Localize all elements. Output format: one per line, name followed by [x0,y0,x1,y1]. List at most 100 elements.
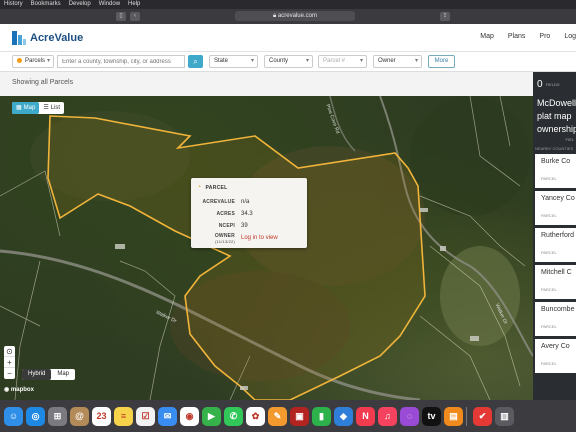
map-view-button[interactable]: ▦ Map [12,102,40,114]
chevron-down-icon: ▾ [414,58,418,64]
parcel-icon: ◔ [197,184,202,191]
popup-key: NCEPI [218,223,235,229]
calendar-icon[interactable]: 23 [92,406,111,426]
popup-value: 34.3 [241,211,253,217]
map-canvas[interactable]: Pine Cove Rd Walker Dr Walker Dr ▦ Map ☰ L… [0,96,533,400]
owner-select[interactable]: Owner ▾ [373,55,422,68]
login-to-view-link[interactable]: Log in to view [241,235,278,241]
appletv-icon[interactable]: tv [422,406,441,426]
right-panel: 0 FIELDS McDowell plat map ownership FIE… [533,72,576,400]
fields-label: FIELDS [545,81,560,87]
mapbox-attribution[interactable]: ◉ mapbox [4,386,34,393]
chevron-down-icon: ▾ [250,58,254,64]
url-bar[interactable]: 🔒︎ acrevalue.com [235,11,355,21]
popup-value: 39 [241,223,248,229]
basemap-map-button[interactable]: Map [51,369,75,380]
county-sub: PARCEL [541,250,557,255]
parcel-select[interactable]: Parcel # ▾ [318,55,367,68]
basemap-toggle: Hybrid Map [22,369,76,380]
owner-date: (11/13/22) [215,239,235,244]
numbers-icon[interactable]: ▮ [312,406,331,426]
view-toggle: ▦ Map ☰ List [12,102,65,114]
owner-label: Owner [378,58,396,64]
launchpad-icon[interactable]: ⊞ [48,406,67,426]
county-name: Mitchell C [541,269,572,276]
menu-bookmarks[interactable]: Bookmarks [31,0,61,9]
logo[interactable]: AcreValue [12,31,83,45]
county-name: Buncombe [541,306,575,313]
state-select[interactable]: State ▾ [209,55,258,68]
news-icon[interactable]: N [356,406,375,426]
nearby-counties-label: NEARBY COUNTIES [535,146,574,151]
field-hint: FIEL [565,137,574,142]
county-card-burke[interactable]: Burke Co PARCEL [535,154,576,188]
menu-window[interactable]: Window [99,0,120,9]
more-button[interactable]: More [428,55,455,68]
locate-icon[interactable]: ⊙ [4,346,15,357]
finder-icon[interactable]: ☺ [4,406,23,426]
photobooth-icon[interactable]: ▣ [290,406,309,426]
menu-help[interactable]: Help [128,0,140,9]
reminders-icon[interactable]: ☑ [136,406,155,426]
mapbox-text: mapbox [10,387,34,393]
county-card-buncombe[interactable]: Buncombe PARCEL [535,302,576,336]
tasks-icon[interactable]: ✔ [473,406,492,426]
county-card-rutherford[interactable]: Rutherford PARCEL [535,228,576,262]
search-input[interactable] [57,55,185,68]
chrome-icon[interactable]: ◉ [180,406,199,426]
music-icon[interactable]: ♫ [378,406,397,426]
safari-icon[interactable]: ◎ [26,406,45,426]
list-view-button[interactable]: ☰ List [39,102,64,114]
list-icon: ☰ [43,105,49,111]
layer-select[interactable]: Parcels ▾ [12,55,54,68]
divider [466,406,470,426]
trash-icon[interactable]: ▥ [495,406,514,426]
chevron-down-icon: ▾ [305,58,309,64]
menu-develop[interactable]: Develop [69,0,91,9]
back-icon[interactable]: ‹ [130,12,140,21]
nav-pro[interactable]: Pro [539,33,550,40]
status-bar: Showing all Parcels [0,72,533,96]
county-sub: PARCEL [541,176,557,181]
sidebar-toggle-icon[interactable]: ▯ [116,12,126,21]
hybrid-button[interactable]: Hybrid [22,369,52,380]
popup-title: PARCEL [205,184,228,191]
menu-history[interactable]: History [4,0,23,9]
nav-map[interactable]: Map [480,33,494,40]
search-button[interactable]: ⌕ [188,55,203,68]
parcels-dot-icon [17,57,22,63]
layer-label: Parcels [25,58,46,64]
url-text: acrevalue.com [277,13,317,19]
books-icon[interactable]: ▤ [444,406,463,426]
county-label: County [269,58,289,64]
county-card-mitchell[interactable]: Mitchell C PARCEL [535,265,576,299]
popup-header: ◔ PARCEL [197,184,228,191]
logo-icon [12,31,26,45]
popup-key: ACRES [216,211,235,217]
facetime-icon[interactable]: ▶ [202,406,221,426]
county-select[interactable]: County ▾ [264,55,313,68]
photos-icon[interactable]: ✿ [246,406,265,426]
county-card-avery[interactable]: Avery Co PARCEL [535,339,576,373]
keynote-icon[interactable]: ◆ [334,406,353,426]
dock: ☺ ◎ ⊞ @23 ≡ ☑ ✉ ◉ ▶ ✆ ✿ ✎ ▣ ▮ ◆ N ♫ ◌ tv ▤ ✔ ▥ [0,400,576,432]
nav-plans[interactable]: Plans [508,33,526,40]
messages-icon[interactable]: ✆ [224,406,243,426]
notes-icon[interactable]: ≡ [114,406,133,426]
share-icon[interactable]: ⇪ [440,12,450,21]
county-name: Avery Co [541,343,570,350]
list-view-label: List [50,105,61,111]
contacts-icon[interactable]: @ [70,406,89,426]
chevron-down-icon: ▾ [46,58,50,64]
nav-login[interactable]: Log [564,33,576,40]
mail-icon[interactable]: ✉ [158,406,177,426]
popup-value: n/a [241,199,250,205]
zoom-in-button[interactable]: + [4,357,15,368]
zoom-out-button[interactable]: − [4,368,15,379]
panel-title-line: ownership [537,124,576,134]
podcasts-icon[interactable]: ◌ [400,406,419,426]
county-card-yancey[interactable]: Yancey Co PARCEL [535,191,576,225]
pages-icon[interactable]: ✎ [268,406,287,426]
county-name: Yancey Co [541,195,575,202]
popup-key: OWNER (11/13/22) [215,233,235,244]
